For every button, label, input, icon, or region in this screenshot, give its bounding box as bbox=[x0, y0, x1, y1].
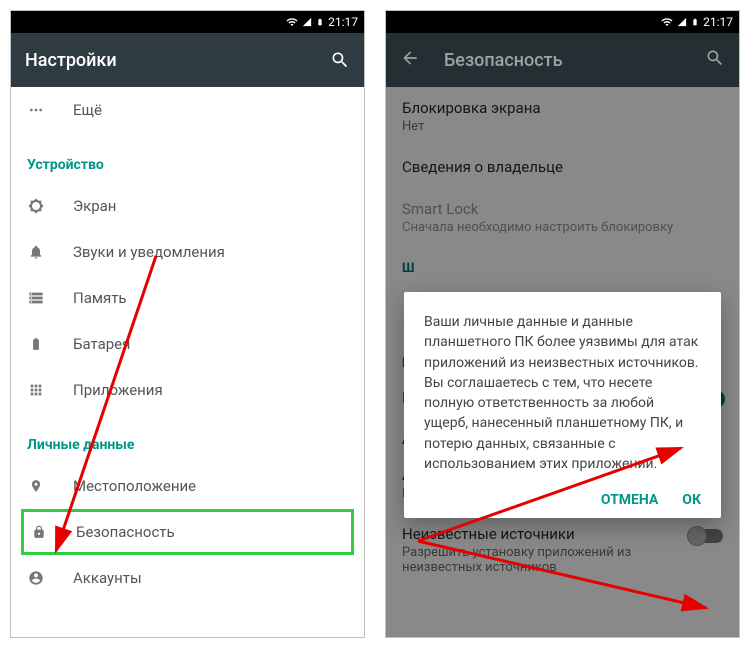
apps-icon bbox=[27, 382, 45, 398]
battery-icon bbox=[691, 16, 699, 28]
phone-settings: 21:17 Настройки Ещё Устройство Экран Зву… bbox=[10, 10, 365, 638]
search-icon[interactable] bbox=[705, 48, 725, 72]
list-item-memory[interactable]: Память bbox=[11, 275, 364, 321]
settings-list: Ещё Устройство Экран Звуки и уведомления… bbox=[11, 87, 364, 601]
status-time: 21:17 bbox=[328, 15, 358, 29]
dialog-message: Ваши личные данные и данные планшетного … bbox=[424, 312, 701, 474]
status-time: 21:17 bbox=[703, 15, 733, 29]
cancel-button[interactable]: ОТМЕНА bbox=[601, 492, 658, 508]
list-item-more[interactable]: Ещё bbox=[11, 87, 364, 133]
ok-button[interactable]: ОК bbox=[682, 492, 701, 508]
search-icon[interactable] bbox=[330, 50, 350, 70]
list-item-display[interactable]: Экран bbox=[11, 183, 364, 229]
storage-icon bbox=[27, 290, 45, 306]
back-icon[interactable] bbox=[400, 48, 420, 72]
dialog-actions: ОТМЕНА ОК bbox=[424, 492, 701, 508]
section-device: Устройство bbox=[11, 143, 364, 183]
battery-icon bbox=[27, 336, 45, 352]
battery-icon bbox=[316, 16, 324, 28]
item-label: Ещё bbox=[73, 101, 102, 119]
app-bar: Настройки bbox=[11, 33, 364, 87]
signal-icon bbox=[302, 16, 312, 28]
dialog-unknown-sources: Ваши личные данные и данные планшетного … bbox=[404, 292, 721, 518]
status-bar: 21:17 bbox=[386, 11, 739, 33]
list-item-battery[interactable]: Батарея bbox=[11, 321, 364, 367]
wifi-icon bbox=[661, 16, 673, 28]
list-item-location[interactable]: Местоположение bbox=[11, 463, 364, 509]
item-label: Звуки и уведомления bbox=[73, 243, 225, 261]
phone-security: 21:17 Безопасность Блокировка экрана Нет… bbox=[385, 10, 740, 638]
more-icon bbox=[27, 102, 45, 118]
list-item-apps[interactable]: Приложения bbox=[11, 367, 364, 413]
signal-icon bbox=[677, 16, 687, 28]
wifi-icon bbox=[286, 16, 298, 28]
item-label: Память bbox=[73, 289, 127, 307]
item-label: Безопасность bbox=[76, 523, 175, 541]
item-label: Аккаунты bbox=[73, 569, 142, 587]
item-label: Батарея bbox=[73, 335, 130, 353]
list-item-sounds[interactable]: Звуки и уведомления bbox=[11, 229, 364, 275]
list-item-accounts[interactable]: Аккаунты bbox=[11, 555, 364, 601]
item-label: Местоположение bbox=[73, 477, 196, 495]
app-title: Безопасность bbox=[444, 50, 563, 71]
item-label: Приложения bbox=[73, 381, 163, 399]
list-item-security[interactable]: Безопасность bbox=[21, 509, 354, 555]
account-icon bbox=[27, 570, 45, 586]
lock-icon bbox=[30, 524, 48, 540]
display-icon bbox=[27, 198, 45, 214]
bell-icon bbox=[27, 244, 45, 260]
location-icon bbox=[27, 478, 45, 494]
app-bar: Безопасность bbox=[386, 33, 739, 87]
app-title: Настройки bbox=[25, 50, 117, 71]
status-bar: 21:17 bbox=[11, 11, 364, 33]
item-label: Экран bbox=[73, 197, 116, 215]
section-personal: Личные данные bbox=[11, 423, 364, 463]
